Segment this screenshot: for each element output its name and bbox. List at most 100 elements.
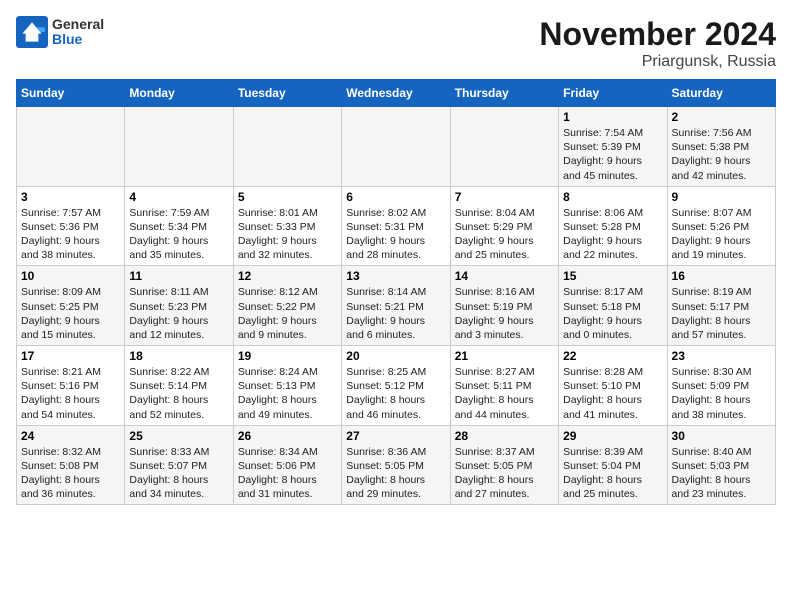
calendar-day-cell: 28 Sunrise: 8:37 AM Sunset: 5:05 PM Dayli… bbox=[450, 425, 558, 505]
month-title: November 2024 bbox=[539, 16, 776, 53]
calendar-day-cell: 22 Sunrise: 8:28 AM Sunset: 5:10 PM Dayli… bbox=[559, 346, 667, 426]
calendar-day-cell: 9 Sunrise: 8:07 AM Sunset: 5:26 PM Daylig… bbox=[667, 186, 775, 266]
calendar-day-cell bbox=[17, 107, 125, 187]
day-number: 28 bbox=[455, 429, 554, 443]
day-number: 25 bbox=[129, 429, 228, 443]
day-number: 29 bbox=[563, 429, 662, 443]
calendar-body: 1 Sunrise: 7:54 AM Sunset: 5:39 PM Daylig… bbox=[17, 107, 776, 505]
day-number: 22 bbox=[563, 349, 662, 363]
calendar-day-cell: 30Sunrise: 8:40 AM Sunset: 5:03 PM Dayli… bbox=[667, 425, 775, 505]
calendar-day-cell: 21Sunrise: 8:27 AM Sunset: 5:11 PM Dayli… bbox=[450, 346, 558, 426]
day-number: 23 bbox=[672, 349, 771, 363]
calendar-week-row: 10 Sunrise: 8:09 AM Sunset: 5:25 PM Dayli… bbox=[17, 266, 776, 346]
calendar-day-cell: 12 Sunrise: 8:12 AM Sunset: 5:22 PM Dayli… bbox=[233, 266, 341, 346]
day-number: 19 bbox=[238, 349, 337, 363]
day-info: Sunrise: 8:09 AM Sunset: 5:25 PM Dayligh… bbox=[21, 285, 120, 342]
day-number: 16 bbox=[672, 269, 771, 283]
logo-text: General Blue bbox=[52, 17, 104, 48]
calendar-day-cell: 17 Sunrise: 8:21 AM Sunset: 5:16 PM Dayli… bbox=[17, 346, 125, 426]
calendar-day-cell: 2 Sunrise: 7:56 AM Sunset: 5:38 PM Daylig… bbox=[667, 107, 775, 187]
calendar-week-row: 17 Sunrise: 8:21 AM Sunset: 5:16 PM Dayli… bbox=[17, 346, 776, 426]
calendar-day-cell: 1 Sunrise: 7:54 AM Sunset: 5:39 PM Daylig… bbox=[559, 107, 667, 187]
calendar-day-cell: 10 Sunrise: 8:09 AM Sunset: 5:25 PM Dayli… bbox=[17, 266, 125, 346]
day-number: 15 bbox=[563, 269, 662, 283]
calendar-day-cell: 6 Sunrise: 8:02 AM Sunset: 5:31 PM Daylig… bbox=[342, 186, 450, 266]
weekday-header-cell: Saturday bbox=[667, 80, 775, 107]
weekday-header-cell: Thursday bbox=[450, 80, 558, 107]
day-number: 6 bbox=[346, 190, 445, 204]
calendar-day-cell: 3 Sunrise: 7:57 AM Sunset: 5:36 PM Daylig… bbox=[17, 186, 125, 266]
calendar-day-cell: 29 Sunrise: 8:39 AM Sunset: 5:04 PM Dayli… bbox=[559, 425, 667, 505]
day-number: 18 bbox=[129, 349, 228, 363]
day-number: 24 bbox=[21, 429, 120, 443]
day-info: Sunrise: 8:30 AM Sunset: 5:09 PM Dayligh… bbox=[672, 365, 771, 422]
day-info: Sunrise: 7:57 AM Sunset: 5:36 PM Dayligh… bbox=[21, 206, 120, 263]
calendar-week-row: 1 Sunrise: 7:54 AM Sunset: 5:39 PM Daylig… bbox=[17, 107, 776, 187]
day-info: Sunrise: 8:04 AM Sunset: 5:29 PM Dayligh… bbox=[455, 206, 554, 263]
day-number: 12 bbox=[238, 269, 337, 283]
day-info: Sunrise: 8:34 AM Sunset: 5:06 PM Dayligh… bbox=[238, 445, 337, 502]
logo-line2: Blue bbox=[52, 32, 104, 47]
day-number: 13 bbox=[346, 269, 445, 283]
day-number: 2 bbox=[672, 110, 771, 124]
day-info: Sunrise: 8:02 AM Sunset: 5:31 PM Dayligh… bbox=[346, 206, 445, 263]
calendar-day-cell: 26Sunrise: 8:34 AM Sunset: 5:06 PM Dayli… bbox=[233, 425, 341, 505]
calendar-day-cell: 23 Sunrise: 8:30 AM Sunset: 5:09 PM Dayli… bbox=[667, 346, 775, 426]
day-number: 27 bbox=[346, 429, 445, 443]
day-info: Sunrise: 8:14 AM Sunset: 5:21 PM Dayligh… bbox=[346, 285, 445, 342]
day-info: Sunrise: 8:37 AM Sunset: 5:05 PM Dayligh… bbox=[455, 445, 554, 502]
title-block: November 2024 Priargunsk, Russia bbox=[539, 16, 776, 71]
day-info: Sunrise: 7:54 AM Sunset: 5:39 PM Dayligh… bbox=[563, 126, 662, 183]
day-info: Sunrise: 7:59 AM Sunset: 5:34 PM Dayligh… bbox=[129, 206, 228, 263]
logo-line1: General bbox=[52, 17, 104, 32]
day-number: 11 bbox=[129, 269, 228, 283]
weekday-header-cell: Tuesday bbox=[233, 80, 341, 107]
day-number: 4 bbox=[129, 190, 228, 204]
calendar-day-cell: 20 Sunrise: 8:25 AM Sunset: 5:12 PM Dayli… bbox=[342, 346, 450, 426]
logo: General Blue bbox=[16, 16, 104, 48]
calendar-day-cell: 13 Sunrise: 8:14 AM Sunset: 5:21 PM Dayli… bbox=[342, 266, 450, 346]
day-number: 20 bbox=[346, 349, 445, 363]
day-info: Sunrise: 8:06 AM Sunset: 5:28 PM Dayligh… bbox=[563, 206, 662, 263]
day-info: Sunrise: 8:16 AM Sunset: 5:19 PM Dayligh… bbox=[455, 285, 554, 342]
calendar-day-cell: 18 Sunrise: 8:22 AM Sunset: 5:14 PM Dayli… bbox=[125, 346, 233, 426]
day-info: Sunrise: 8:01 AM Sunset: 5:33 PM Dayligh… bbox=[238, 206, 337, 263]
location: Priargunsk, Russia bbox=[539, 53, 776, 71]
day-number: 9 bbox=[672, 190, 771, 204]
day-info: Sunrise: 8:39 AM Sunset: 5:04 PM Dayligh… bbox=[563, 445, 662, 502]
weekday-header-row: SundayMondayTuesdayWednesdayThursdayFrid… bbox=[17, 80, 776, 107]
day-info: Sunrise: 7:56 AM Sunset: 5:38 PM Dayligh… bbox=[672, 126, 771, 183]
calendar-day-cell: 16 Sunrise: 8:19 AM Sunset: 5:17 PM Dayli… bbox=[667, 266, 775, 346]
calendar-day-cell: 7 Sunrise: 8:04 AM Sunset: 5:29 PM Daylig… bbox=[450, 186, 558, 266]
page-header: General Blue November 2024 Priargunsk, R… bbox=[16, 16, 776, 71]
day-number: 30 bbox=[672, 429, 771, 443]
calendar-week-row: 3 Sunrise: 7:57 AM Sunset: 5:36 PM Daylig… bbox=[17, 186, 776, 266]
day-info: Sunrise: 8:12 AM Sunset: 5:22 PM Dayligh… bbox=[238, 285, 337, 342]
day-number: 14 bbox=[455, 269, 554, 283]
calendar-day-cell: 25Sunrise: 8:33 AM Sunset: 5:07 PM Dayli… bbox=[125, 425, 233, 505]
logo-icon bbox=[16, 16, 48, 48]
day-number: 7 bbox=[455, 190, 554, 204]
calendar-day-cell: 19Sunrise: 8:24 AM Sunset: 5:13 PM Dayli… bbox=[233, 346, 341, 426]
day-info: Sunrise: 8:07 AM Sunset: 5:26 PM Dayligh… bbox=[672, 206, 771, 263]
day-info: Sunrise: 8:19 AM Sunset: 5:17 PM Dayligh… bbox=[672, 285, 771, 342]
day-number: 3 bbox=[21, 190, 120, 204]
calendar-day-cell: 4 Sunrise: 7:59 AM Sunset: 5:34 PM Daylig… bbox=[125, 186, 233, 266]
day-number: 1 bbox=[563, 110, 662, 124]
day-info: Sunrise: 8:22 AM Sunset: 5:14 PM Dayligh… bbox=[129, 365, 228, 422]
calendar-week-row: 24Sunrise: 8:32 AM Sunset: 5:08 PM Dayli… bbox=[17, 425, 776, 505]
calendar-day-cell: 15Sunrise: 8:17 AM Sunset: 5:18 PM Dayli… bbox=[559, 266, 667, 346]
weekday-header-cell: Sunday bbox=[17, 80, 125, 107]
weekday-header-cell: Monday bbox=[125, 80, 233, 107]
day-number: 17 bbox=[21, 349, 120, 363]
day-info: Sunrise: 8:25 AM Sunset: 5:12 PM Dayligh… bbox=[346, 365, 445, 422]
calendar-day-cell bbox=[342, 107, 450, 187]
weekday-header-cell: Friday bbox=[559, 80, 667, 107]
calendar-day-cell bbox=[450, 107, 558, 187]
calendar-day-cell: 8Sunrise: 8:06 AM Sunset: 5:28 PM Daylig… bbox=[559, 186, 667, 266]
day-number: 21 bbox=[455, 349, 554, 363]
day-info: Sunrise: 8:21 AM Sunset: 5:16 PM Dayligh… bbox=[21, 365, 120, 422]
day-info: Sunrise: 8:28 AM Sunset: 5:10 PM Dayligh… bbox=[563, 365, 662, 422]
day-number: 10 bbox=[21, 269, 120, 283]
day-number: 5 bbox=[238, 190, 337, 204]
